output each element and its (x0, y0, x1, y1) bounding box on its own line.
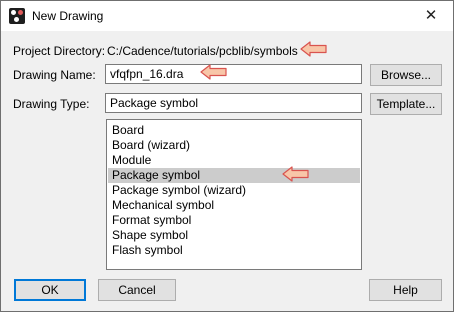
drawing-type-list[interactable]: Board Board (wizard) Module Package symb… (106, 119, 362, 270)
drawing-name-field[interactable]: vfqfpn_16.dra (105, 64, 362, 84)
annotation-arrow-left-icon (300, 41, 327, 57)
ok-button[interactable]: OK (14, 279, 86, 301)
drawing-name-label: Drawing Name: (13, 68, 96, 82)
drawing-type-field[interactable]: Package symbol (105, 93, 362, 113)
list-item-package-symbol[interactable]: Package symbol (108, 168, 360, 183)
app-icon (9, 8, 25, 24)
list-item-package-symbol-wizard[interactable]: Package symbol (wizard) (108, 183, 360, 198)
close-icon[interactable]: ✕ (409, 1, 453, 31)
project-directory-label: Project Directory: (13, 44, 106, 58)
browse-button[interactable]: Browse... (370, 64, 442, 86)
list-item-format-symbol[interactable]: Format symbol (108, 213, 360, 228)
new-drawing-dialog: New Drawing ✕ Project Directory: C:/Cade… (0, 0, 454, 312)
list-item-mechanical-symbol[interactable]: Mechanical symbol (108, 198, 360, 213)
list-item-flash-symbol[interactable]: Flash symbol (108, 243, 360, 258)
drawing-type-label: Drawing Type: (13, 97, 90, 111)
window-title: New Drawing (32, 9, 104, 23)
cancel-button[interactable]: Cancel (98, 279, 176, 301)
list-item-board-wizard[interactable]: Board (wizard) (108, 138, 360, 153)
template-button[interactable]: Template... (370, 93, 442, 115)
list-item-module[interactable]: Module (108, 153, 360, 168)
help-button[interactable]: Help (369, 279, 442, 301)
project-directory-value: C:/Cadence/tutorials/pcblib/symbols (107, 44, 298, 58)
title-bar: New Drawing ✕ (1, 1, 453, 31)
list-item-shape-symbol[interactable]: Shape symbol (108, 228, 360, 243)
annotation-arrow-left-icon (282, 166, 309, 182)
annotation-arrow-left-icon (200, 64, 227, 80)
list-item-board[interactable]: Board (108, 123, 360, 138)
